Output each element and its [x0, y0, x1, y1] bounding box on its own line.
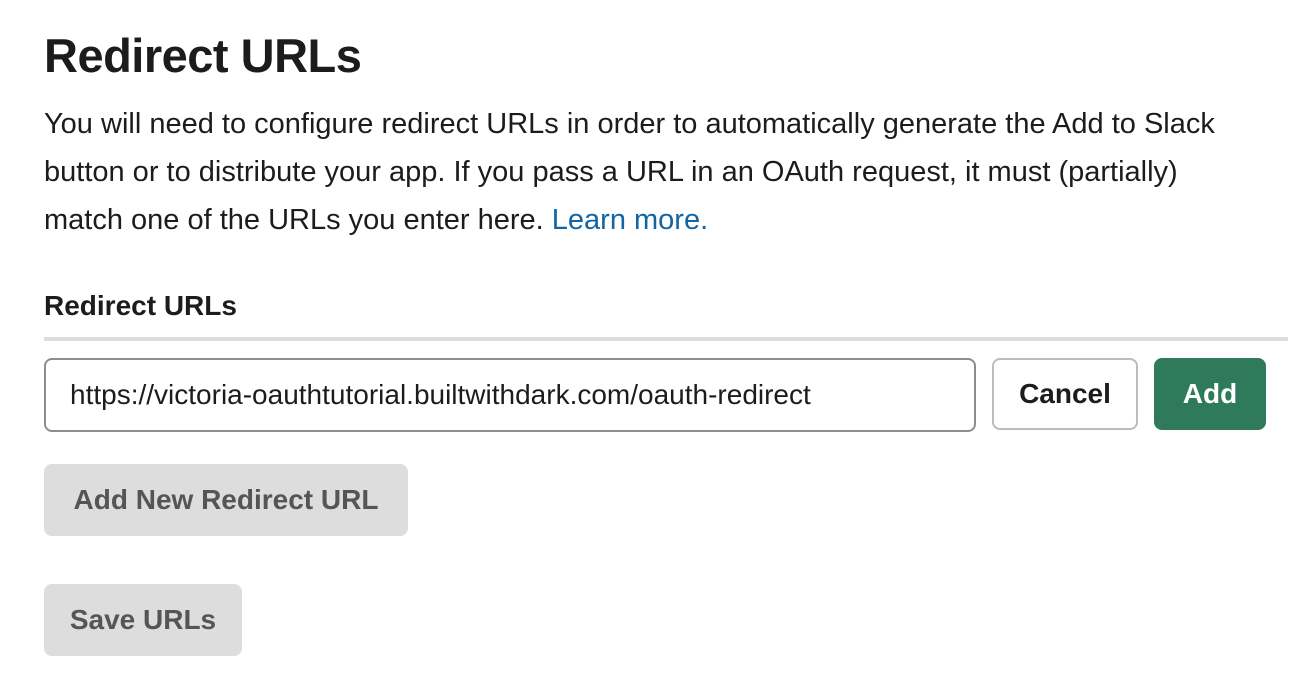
redirect-urls-section-label: Redirect URLs	[44, 290, 237, 321]
add-button[interactable]: Add	[1154, 358, 1266, 430]
cancel-button[interactable]: Cancel	[992, 358, 1138, 430]
page-description: You will need to configure redirect URLs…	[44, 100, 1254, 244]
learn-more-link[interactable]: Learn more.	[552, 204, 708, 236]
save-urls-button[interactable]: Save URLs	[44, 584, 242, 656]
section-divider	[44, 337, 1288, 341]
add-new-redirect-url-button[interactable]: Add New Redirect URL	[44, 464, 408, 536]
page-title: Redirect URLs	[44, 29, 362, 82]
redirect-url-input[interactable]	[44, 358, 976, 432]
